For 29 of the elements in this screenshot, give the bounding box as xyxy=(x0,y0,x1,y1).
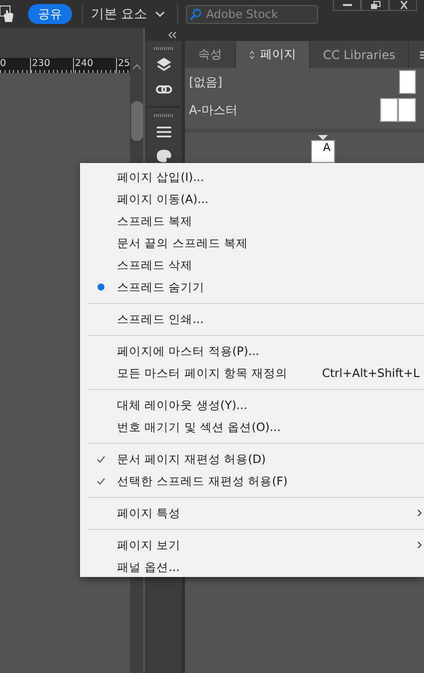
menu-item[interactable]: 페이지 삽입(I)... xyxy=(80,166,424,188)
menu-item[interactable]: 페이지 이동(A)... xyxy=(80,188,424,210)
menu-item[interactable]: 스프레드 숨기기 xyxy=(80,276,424,298)
master-name[interactable]: [없음] xyxy=(189,74,222,90)
master-name[interactable]: A-마스터 xyxy=(189,102,238,118)
document-page-thumbnail[interactable]: A xyxy=(310,140,334,163)
ruler-label: 0 xyxy=(0,58,8,71)
menu-item[interactable]: 페이지에 마스터 적용(P)... xyxy=(80,340,424,362)
menu-item[interactable]: 스프레드 복제 xyxy=(80,210,424,232)
menu-item[interactable]: 스프레드 삭제 xyxy=(80,254,424,276)
search-field[interactable]: Adobe Stock xyxy=(186,4,318,24)
menu-item[interactable]: 패널 옵션... xyxy=(80,556,424,577)
shortcut-label: Ctrl+Alt+Shift+L xyxy=(322,366,420,380)
search-input[interactable]: Adobe Stock xyxy=(203,7,306,21)
menu-item[interactable]: 문서 끝의 스프레드 복제 xyxy=(80,232,424,254)
menu-item[interactable]: 모든 마스터 페이지 항목 재정의 Ctrl+Alt+Shift+L xyxy=(80,362,424,384)
menu-item[interactable]: 대체 레이아웃 생성(Y)... xyxy=(80,394,424,416)
menu-item[interactable]: 스프레드 인쇄... xyxy=(80,308,424,330)
menu-item[interactable]: 번호 매기기 및 섹션 옵션(O)... xyxy=(80,416,424,438)
panel-tab[interactable]: 페이지 xyxy=(236,41,310,68)
panel-tab[interactable]: CC Libraries xyxy=(310,41,410,68)
share-button[interactable]: 공유 xyxy=(28,4,72,24)
menu-item[interactable]: 페이지 특성 xyxy=(80,502,424,524)
workspace-switcher[interactable]: 기본 요소 xyxy=(91,5,148,23)
menu-item[interactable]: 페이지 보기 xyxy=(80,534,424,556)
ruler-label: 240 xyxy=(73,58,116,73)
menu-item[interactable]: 선택한 스프레드 재편성 허용(F) xyxy=(80,470,424,492)
menu-item[interactable]: 문서 페이지 재편성 허용(D) xyxy=(80,448,424,470)
ruler-label: 230 xyxy=(30,58,73,73)
